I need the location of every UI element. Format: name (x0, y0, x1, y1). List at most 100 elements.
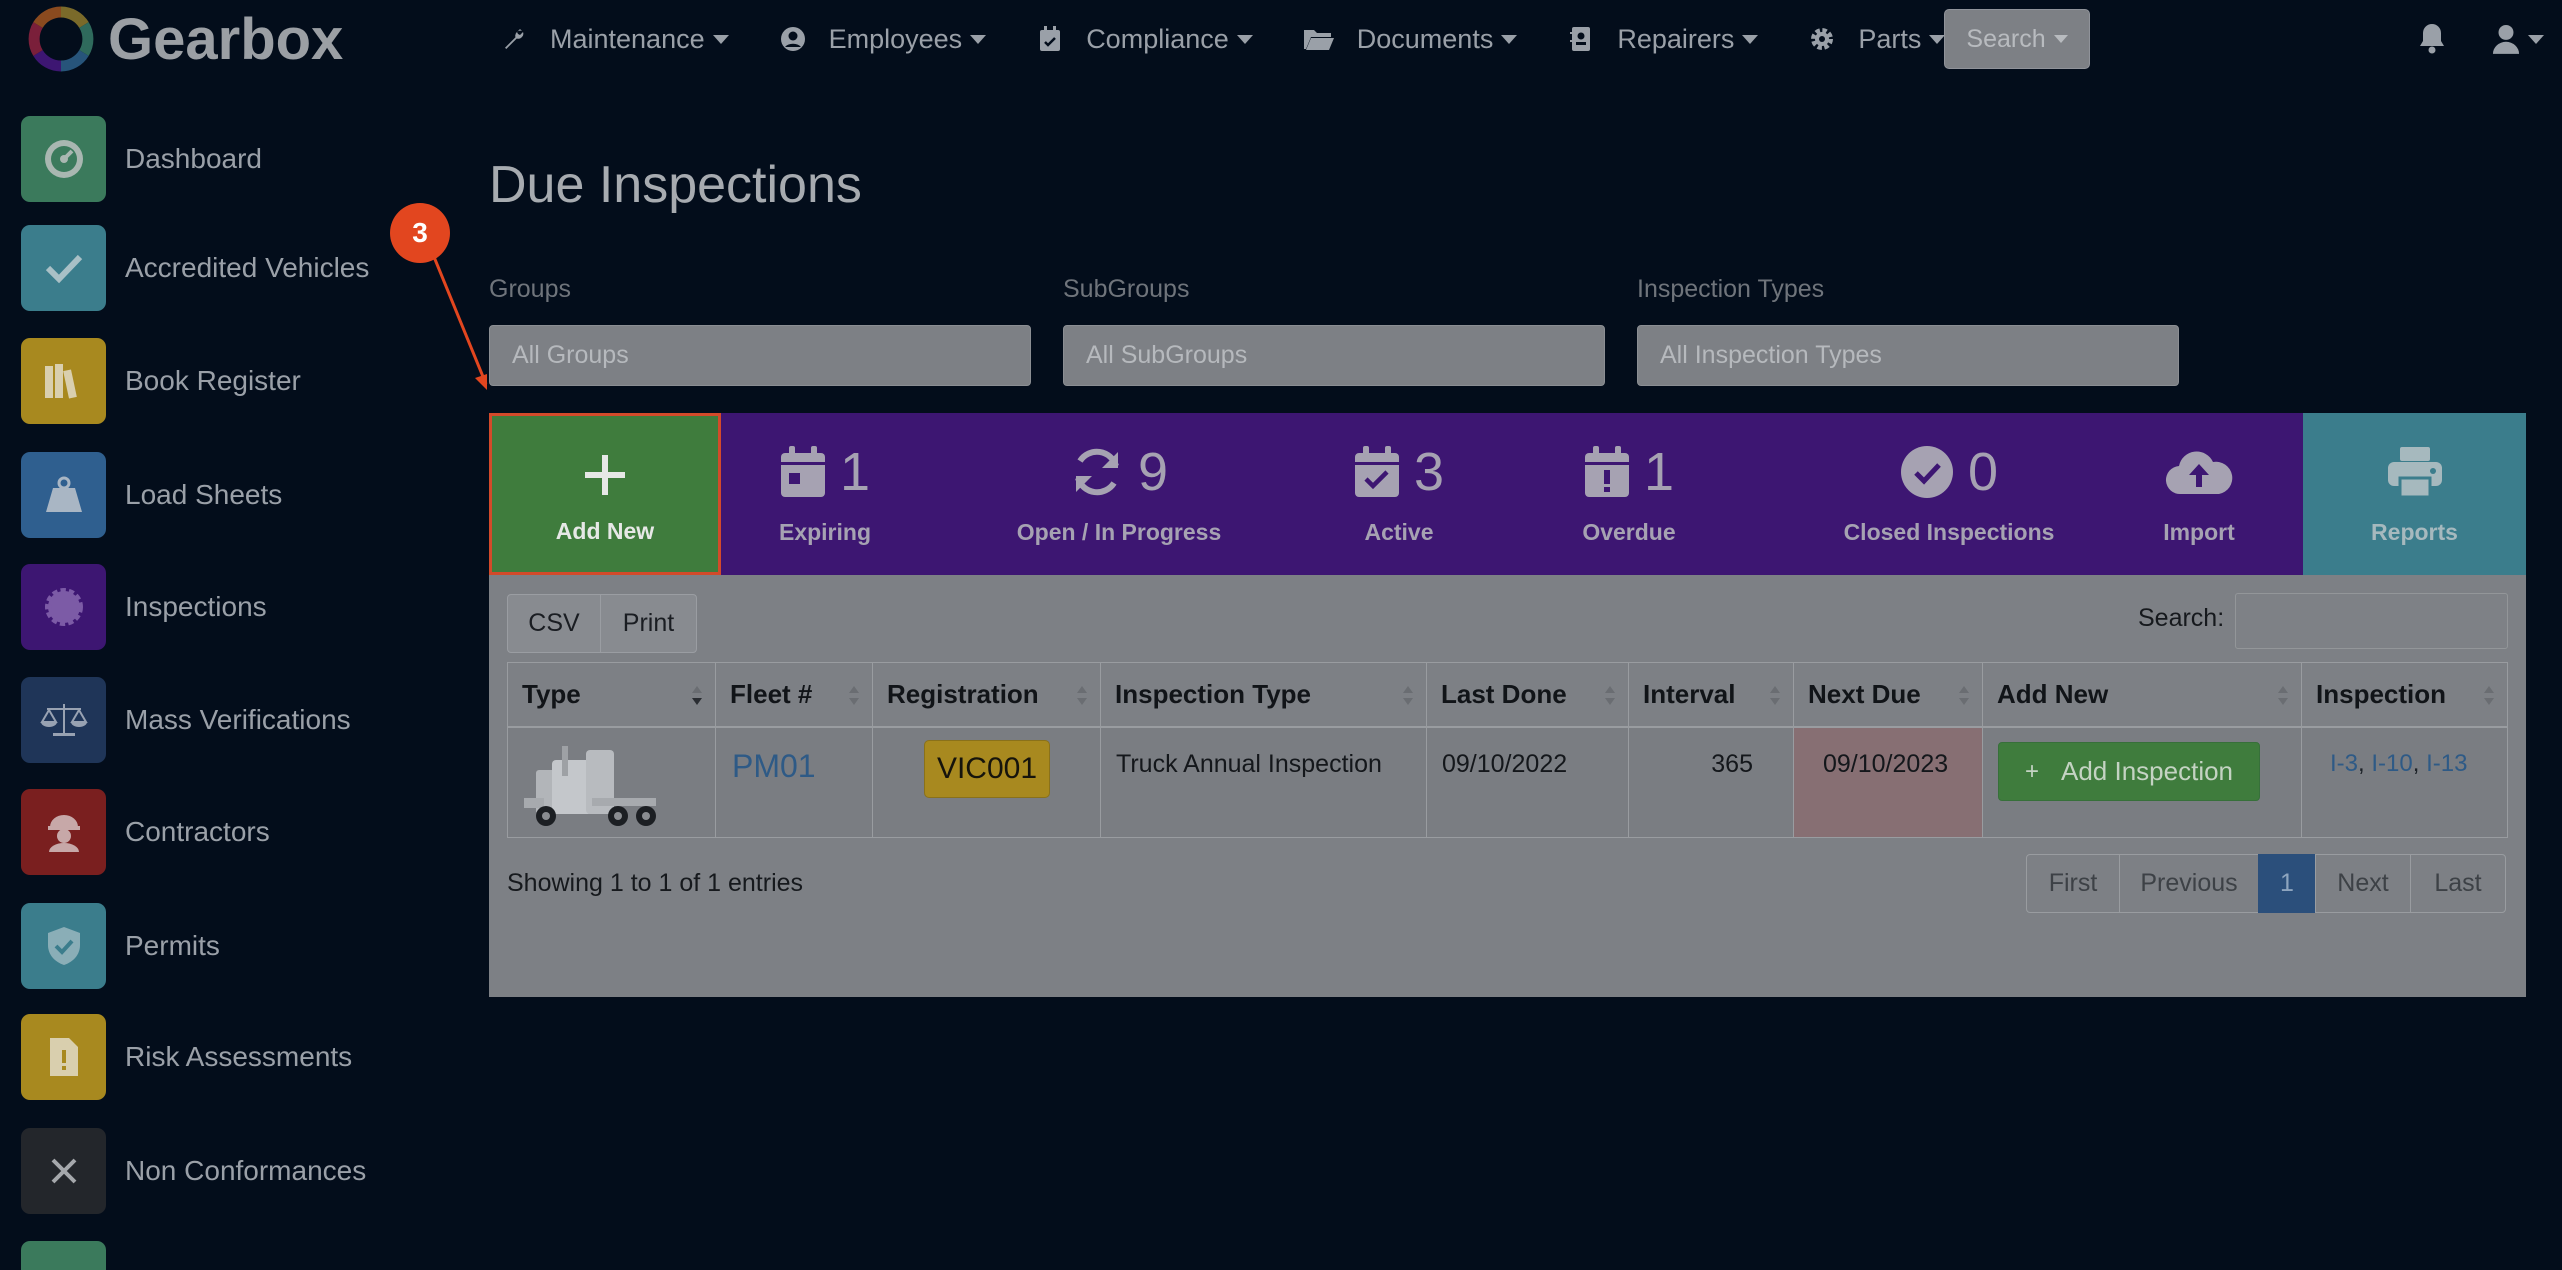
fleet-link[interactable]: PM01 (732, 748, 816, 785)
sidebar-item-load-sheets[interactable]: Load Sheets (21, 452, 282, 538)
nav-search-button[interactable]: Search (1944, 9, 2090, 69)
chevron-down-icon (1501, 34, 1518, 44)
col-type[interactable]: Type (507, 662, 716, 727)
pagination: First Previous 1 Next Last (2026, 854, 2506, 913)
calendar-icon (780, 446, 825, 497)
stat-open-in-progress[interactable]: 9 Open / In Progress (989, 413, 1249, 575)
page-first[interactable]: First (2026, 854, 2120, 913)
sidebar-item-non-conformances[interactable]: Non Conformances (21, 1128, 366, 1214)
sidebar-item-mass-verifications[interactable]: Mass Verifications (21, 677, 351, 763)
col-registration[interactable]: Registration (872, 662, 1101, 727)
page-1[interactable]: 1 (2258, 854, 2316, 913)
export-buttons: CSV Print (507, 594, 697, 653)
cell-inspection: I-3, I-10, I-13 (2301, 727, 2508, 838)
reports-button[interactable]: Reports (2303, 413, 2526, 575)
table-row: PM01 VIC001 Truck Annual Inspection 09/1… (507, 727, 2508, 838)
app-logo[interactable]: Gearbox (28, 6, 343, 72)
user-menu[interactable] (2492, 20, 2544, 58)
inspection-types-select[interactable]: All Inspection Types (1637, 325, 2179, 386)
inspection-link[interactable]: I-10 (2371, 750, 2412, 777)
folder-open-icon (1303, 25, 1335, 53)
cell-inspection-type: Truck Annual Inspection (1100, 727, 1427, 838)
inspection-link[interactable]: I-3 (2330, 750, 2358, 777)
col-add-new[interactable]: Add New (1982, 662, 2302, 727)
last-done-text: 09/10/2022 (1442, 750, 1568, 778)
col-inspection[interactable]: Inspection (2301, 662, 2508, 727)
table-header: Type Fleet # Registration Inspection Typ… (507, 662, 2508, 727)
books-icon (21, 338, 106, 424)
col-label: Interval (1643, 679, 1736, 709)
reports-label: Reports (2371, 519, 2458, 545)
print-icon (2387, 447, 2442, 498)
sidebar-item-book-register[interactable]: Book Register (21, 338, 301, 424)
page-title: Due Inspections (489, 156, 862, 214)
stat-closed-inspections[interactable]: 0 Closed Inspections (1799, 413, 2099, 575)
add-inspection-button[interactable]: + Add Inspection (1998, 742, 2260, 801)
table-search-input[interactable] (2235, 593, 2508, 649)
col-label: Next Due (1808, 679, 1921, 709)
add-new-button[interactable]: Add New (489, 413, 721, 575)
add-inspection-label: Add Inspection (2061, 756, 2234, 786)
page-last[interactable]: Last (2410, 854, 2506, 913)
col-interval[interactable]: Interval (1628, 662, 1794, 727)
cell-registration: VIC001 (872, 727, 1101, 838)
chevron-down-icon (970, 34, 987, 44)
subgroups-label: SubGroups (1063, 275, 1190, 303)
sidebar-item-dashboard[interactable]: Dashboard (21, 116, 262, 202)
bell-icon[interactable] (2418, 22, 2448, 56)
sidebar-item-permits[interactable]: Permits (21, 903, 220, 989)
nav-maintenance[interactable]: Maintenance (500, 24, 729, 55)
print-button[interactable]: Print (600, 594, 697, 653)
col-label: Fleet # (730, 679, 813, 709)
gauge-icon (21, 116, 106, 202)
chevron-down-icon (1236, 34, 1253, 44)
col-label: Add New (1997, 679, 2109, 709)
sidebar-item-risk-assessments[interactable]: Risk Assessments (21, 1014, 352, 1100)
nav-parts[interactable]: Parts (1808, 23, 1946, 55)
inspection-link[interactable]: I-13 (2426, 750, 2467, 777)
nav-documents[interactable]: Documents (1303, 24, 1518, 55)
col-fleet[interactable]: Fleet # (715, 662, 873, 727)
table-search-label: Search: (2138, 604, 2225, 632)
nav-repairers[interactable]: Repairers (1567, 24, 1759, 55)
sidebar-item-contractors[interactable]: Contractors (21, 789, 270, 875)
sidebar-item-accredited-vehicles[interactable]: Accredited Vehicles (21, 225, 369, 311)
calendar-check-icon (1036, 25, 1064, 53)
annotation-step-badge: 3 (390, 203, 450, 263)
subgroups-select[interactable]: All SubGroups (1063, 325, 1605, 386)
stat-overdue[interactable]: 1 Overdue (1539, 413, 1719, 575)
stat-expiring[interactable]: 1 Expiring (725, 413, 925, 575)
shield-check-icon (21, 903, 106, 989)
nav-label: Parts (1858, 23, 1922, 54)
page-previous[interactable]: Previous (2119, 854, 2259, 913)
nav-compliance[interactable]: Compliance (1036, 24, 1253, 55)
scale-icon (21, 677, 106, 763)
stat-import[interactable]: Import (2129, 413, 2269, 575)
cell-add-new: + Add Inspection (1982, 727, 2302, 838)
cell-interval: 365 (1628, 727, 1794, 838)
import-label: Import (2163, 519, 2235, 545)
user-circle-icon (779, 25, 807, 53)
csv-button[interactable]: CSV (507, 594, 601, 653)
inspection-types-label: Inspection Types (1637, 275, 1825, 303)
active-label: Active (1364, 519, 1434, 545)
open-count: 9 (1137, 442, 1169, 502)
col-last-done[interactable]: Last Done (1426, 662, 1629, 727)
sort-icon (2484, 686, 2494, 705)
cell-next-due: 09/10/2023 (1793, 727, 1983, 838)
open-label: Open / In Progress (1016, 519, 1222, 545)
page-next[interactable]: Next (2315, 854, 2411, 913)
sidebar-item-label: Inspections (125, 591, 267, 622)
groups-select[interactable]: All Groups (489, 325, 1031, 386)
hard-hat-icon (21, 789, 106, 875)
stat-active[interactable]: 3 Active (1309, 413, 1489, 575)
sidebar-item-next[interactable] (21, 1241, 106, 1270)
nav-label: Maintenance (550, 23, 705, 54)
nav-label: Employees (828, 23, 963, 54)
main-nav: Maintenance Employees Compliance Documen… (500, 0, 1995, 78)
nav-employees[interactable]: Employees (779, 24, 987, 55)
sidebar-item-inspections[interactable]: Inspections (21, 564, 267, 650)
expiring-label: Expiring (778, 519, 871, 545)
col-inspection-type[interactable]: Inspection Type (1100, 662, 1427, 727)
col-next-due[interactable]: Next Due (1793, 662, 1983, 727)
